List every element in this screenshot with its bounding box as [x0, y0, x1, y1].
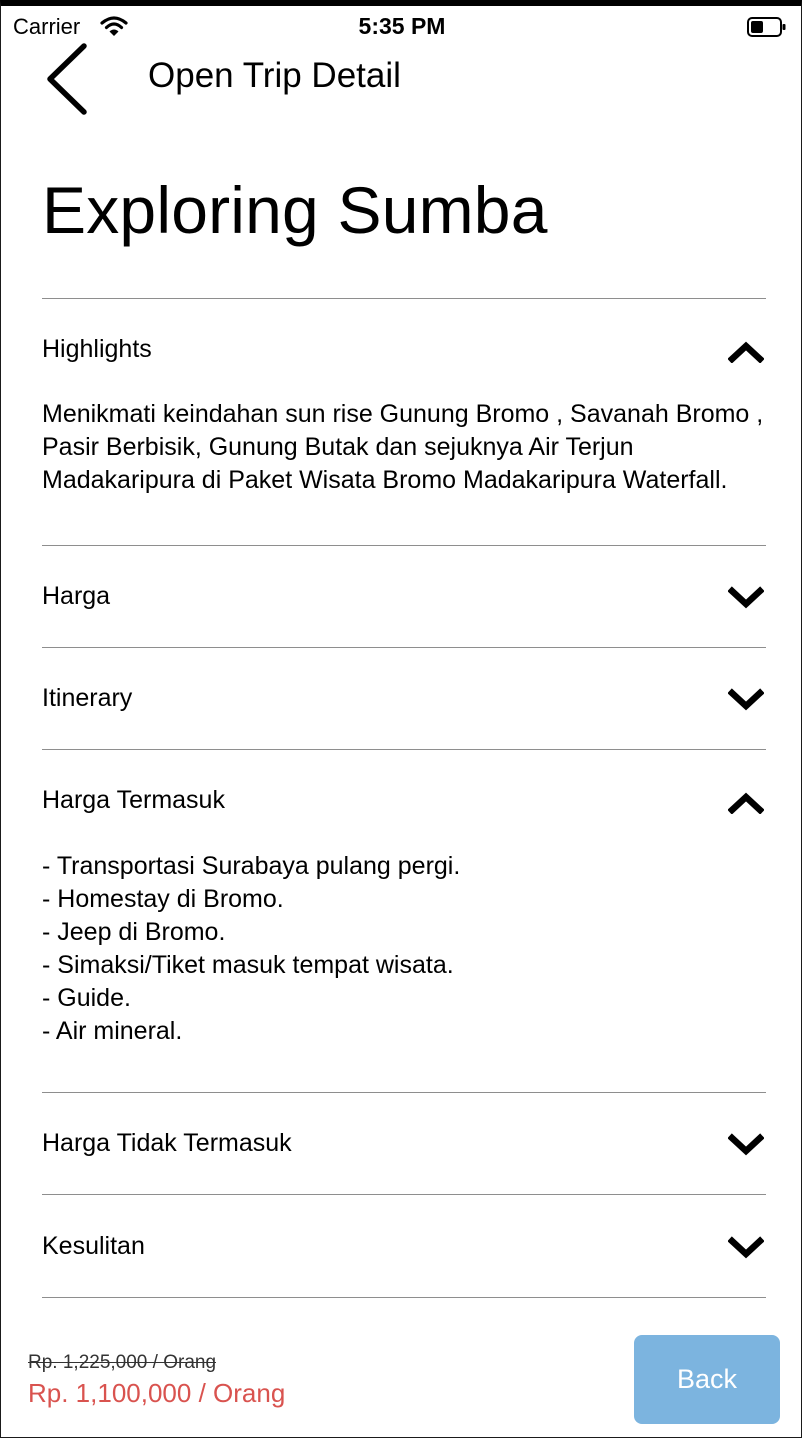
section-header-harga-termasuk[interactable]: Harga Termasuk — [42, 786, 766, 846]
back-button[interactable]: Back — [634, 1335, 780, 1424]
section-label: Itinerary — [42, 684, 133, 712]
discount-price: Rp. 1,100,000 / Orang — [28, 1378, 286, 1408]
chevron-down-icon — [728, 586, 764, 609]
section-label: Highlights — [42, 335, 152, 363]
section-content-harga-termasuk: - Transportasi Surabaya pulang pergi. - … — [42, 852, 461, 1045]
status-bar: Carrier 5:35 PM — [0, 6, 804, 46]
chevron-down-icon — [728, 1133, 764, 1156]
chevron-up-icon — [728, 792, 764, 814]
section-divider — [42, 1092, 766, 1093]
section-divider — [42, 647, 766, 648]
section-label: Harga Termasuk — [42, 786, 225, 814]
nav-title: Open Trip Detail — [148, 56, 401, 95]
section-content-highlights: Menikmati keindahan sun rise Gunung Brom… — [42, 400, 764, 494]
section-divider — [42, 298, 766, 299]
section-header-kesulitan[interactable]: Kesulitan — [42, 1232, 766, 1292]
section-divider — [42, 545, 766, 546]
section-divider — [42, 1297, 766, 1298]
chevron-down-icon — [728, 1236, 764, 1259]
section-header-harga-tidak-termasuk[interactable]: Harga Tidak Termasuk — [42, 1129, 766, 1189]
chevron-down-icon — [728, 688, 764, 711]
page-title: Exploring Sumba — [42, 173, 548, 247]
status-time: 5:35 PM — [358, 13, 446, 39]
section-label: Kesulitan — [42, 1232, 145, 1260]
back-chevron-icon[interactable] — [40, 42, 94, 116]
original-price: Rp. 1,225,000 / Orang — [28, 1352, 217, 1373]
section-header-itinerary[interactable]: Itinerary — [42, 684, 766, 744]
chevron-up-icon — [728, 341, 764, 363]
section-divider — [42, 1194, 766, 1195]
section-label: Harga — [42, 582, 111, 610]
section-header-highlights[interactable]: Highlights — [42, 335, 766, 395]
section-header-harga[interactable]: Harga — [42, 582, 766, 642]
nav-bar: Open Trip Detail — [0, 42, 804, 122]
section-label: Harga Tidak Termasuk — [42, 1129, 292, 1157]
battery-icon — [747, 17, 786, 37]
section-divider — [42, 749, 766, 750]
